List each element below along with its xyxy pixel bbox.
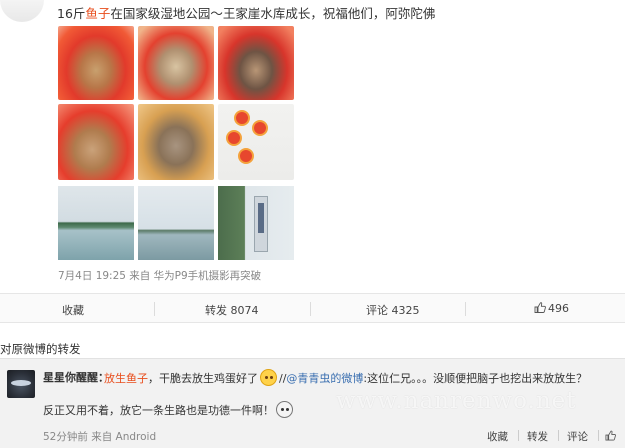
avatar[interactable]	[0, 0, 44, 22]
post-image-9[interactable]	[218, 186, 294, 260]
favorite-button[interactable]: 收藏	[62, 302, 84, 318]
comment-favorite-button[interactable]: 收藏	[487, 429, 508, 444]
post-text-prefix: 16斤	[57, 6, 86, 21]
post-image-1[interactable]	[58, 26, 134, 100]
divider	[154, 302, 155, 316]
comment-keyword-link[interactable]: 放生鱼子	[104, 372, 148, 385]
comment-repost-button[interactable]: 转发	[527, 429, 548, 444]
comment-button[interactable]: 评论 4325	[366, 302, 420, 318]
post-image-7[interactable]	[58, 186, 134, 260]
comment-like-icon[interactable]	[605, 430, 616, 441]
smiley-emoji-icon	[260, 369, 277, 386]
post-image-2[interactable]	[138, 26, 214, 100]
comment-time: 52分钟前 来自 Android	[43, 431, 157, 443]
like-count: 496	[548, 302, 569, 315]
divider	[598, 430, 599, 441]
dog-emoji-icon	[276, 401, 293, 418]
divider	[558, 430, 559, 441]
post-text-suffix: 在国家级湿地公园～王家崖水库成长，祝福他们，阿弥陀佛	[110, 6, 436, 21]
post-image-6[interactable]	[218, 104, 294, 180]
commenter-name[interactable]: 星星你醒醒：	[43, 369, 109, 385]
post-image-3[interactable]	[218, 26, 294, 100]
divider	[310, 302, 311, 316]
post-meta[interactable]: 7月4日 19:25 来自 华为P9手机摄影再突破	[58, 268, 261, 283]
post-text-keyword-link[interactable]: 鱼子	[85, 6, 110, 21]
commenter-avatar[interactable]	[7, 370, 35, 398]
divider	[465, 302, 466, 316]
comment-text-line2: 反正又用不着，放它一条生路也是功德一件啊！	[43, 401, 295, 418]
thumbs-up-icon	[534, 302, 546, 313]
post-image-5[interactable]	[138, 104, 214, 180]
divider	[518, 430, 519, 441]
like-button[interactable]: 496	[534, 302, 569, 315]
post-text: 16斤鱼子在国家级湿地公园～王家崖水库成长，祝福他们，阿弥陀佛	[57, 3, 435, 22]
comment-reply-button[interactable]: 评论	[567, 429, 588, 444]
watermark: www.nanrenwo.net	[336, 388, 577, 414]
comment-text: 放生鱼子，干脆去放生鸡蛋好了//@青青虫的微博:这位仁兄。。。没顺便把脑子也挖出…	[104, 369, 587, 386]
post-action-bar: 收藏 转发 8074 评论 4325 496	[0, 293, 625, 323]
mention-link[interactable]: @青青虫的微博	[286, 372, 363, 385]
forward-section-title: 对原微博的转发	[0, 342, 81, 356]
post-image-8[interactable]	[138, 186, 214, 260]
repost-button[interactable]: 转发 8074	[205, 302, 259, 318]
sign-image	[254, 196, 268, 252]
post-image-4[interactable]	[58, 104, 134, 180]
